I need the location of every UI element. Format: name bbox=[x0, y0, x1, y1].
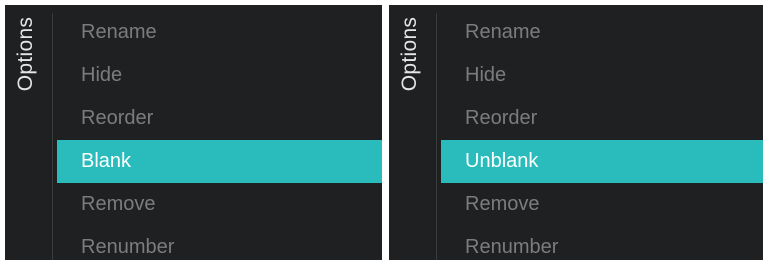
divider bbox=[436, 13, 437, 260]
menu-item-renumber[interactable]: Renumber bbox=[441, 226, 763, 260]
options-title: Options bbox=[14, 16, 37, 92]
options-panel-left: Options Rename Hide Reorder Blank Remove… bbox=[5, 5, 382, 260]
options-side-label: Options bbox=[393, 8, 427, 100]
menu-item-blank[interactable]: Blank bbox=[57, 140, 382, 183]
options-menu: Rename Hide Reorder Unblank Remove Renum… bbox=[441, 11, 763, 260]
menu-item-unblank[interactable]: Unblank bbox=[441, 140, 763, 183]
divider bbox=[52, 13, 53, 260]
menu-item-rename[interactable]: Rename bbox=[57, 11, 382, 54]
menu-item-reorder[interactable]: Reorder bbox=[57, 97, 382, 140]
menu-item-hide[interactable]: Hide bbox=[441, 54, 763, 97]
menu-item-rename[interactable]: Rename bbox=[441, 11, 763, 54]
options-menu: Rename Hide Reorder Blank Remove Renumbe… bbox=[57, 11, 382, 260]
options-title: Options bbox=[398, 16, 421, 92]
menu-item-remove[interactable]: Remove bbox=[57, 183, 382, 226]
menu-item-reorder[interactable]: Reorder bbox=[441, 97, 763, 140]
menu-item-remove[interactable]: Remove bbox=[441, 183, 763, 226]
options-side-label: Options bbox=[9, 8, 43, 100]
menu-item-hide[interactable]: Hide bbox=[57, 54, 382, 97]
options-panel-right: Options Rename Hide Reorder Unblank Remo… bbox=[389, 5, 763, 260]
menu-item-renumber[interactable]: Renumber bbox=[57, 226, 382, 260]
